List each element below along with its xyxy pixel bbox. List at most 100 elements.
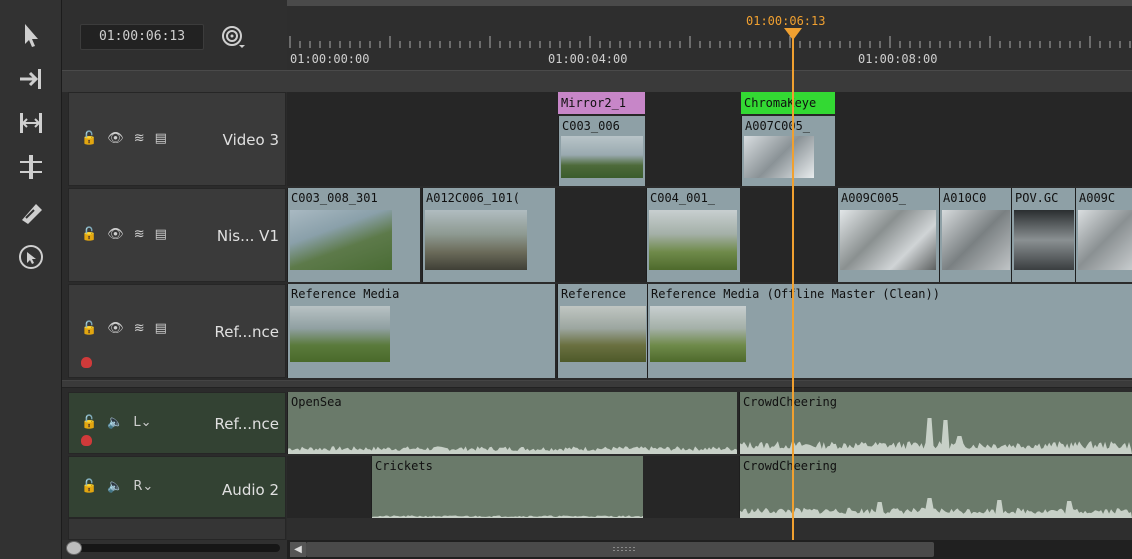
audio-clip[interactable]: CrowdCheering	[739, 456, 1132, 518]
track-name: Ref...nce	[214, 323, 279, 341]
clip-label: A007C005_	[745, 119, 811, 133]
track-name: Ref...nce	[214, 415, 279, 433]
track-header-v1[interactable]: 🔓 👁 ≋ ▤ Nis... V1	[68, 188, 286, 282]
layers-icon[interactable]: ≋	[134, 227, 145, 242]
video-clip[interactable]: C003_006	[558, 116, 645, 186]
clip-thumbnail	[290, 210, 392, 270]
snap-target-icon[interactable]	[220, 24, 246, 50]
lock-icon[interactable]: 🔓	[81, 227, 97, 242]
audio-clip[interactable]: OpenSea	[287, 392, 737, 454]
clip-thumbnail	[290, 306, 390, 362]
clip-thumbnail	[650, 306, 746, 362]
ruler-strip	[62, 70, 1132, 92]
speaker-icon[interactable]: 🔈	[107, 415, 123, 430]
ruler-label: 01:00:00:00	[290, 52, 370, 66]
database-icon[interactable]: ▤	[155, 131, 167, 146]
track-header-audio1[interactable]: 🔓 🔈 L⌄ Ref...nce	[68, 392, 286, 454]
video-clip[interactable]: A010C0	[939, 188, 1011, 282]
zoom-slider-knob[interactable]	[66, 541, 82, 555]
video-clip[interactable]: A007C005_	[741, 116, 835, 186]
playhead-line[interactable]	[792, 36, 794, 540]
clip-thumbnail	[840, 210, 936, 270]
clip-thumbnail	[561, 136, 643, 178]
clip-label: OpenSea	[291, 395, 342, 409]
lock-icon[interactable]: 🔓	[81, 321, 97, 336]
database-icon[interactable]: ▤	[155, 227, 167, 242]
ruler-label: 01:00:04:00	[548, 52, 628, 66]
effect-tag[interactable]: ChromaKeye	[741, 92, 835, 114]
audio-clip[interactable]: CrowdCheering	[739, 392, 1132, 454]
clip-thumbnail	[1014, 210, 1074, 270]
video-clip[interactable]: C003_008_301	[287, 188, 420, 282]
track-header-reference[interactable]: 🔓 👁 ≋ ▤ Ref...nce	[68, 284, 286, 378]
clip-thumbnail	[425, 210, 527, 270]
eye-icon[interactable]: 👁	[107, 321, 124, 336]
clip-label: C004_001_	[650, 191, 716, 205]
clip-label: A012C006_101(	[426, 191, 520, 205]
clip-thumbnail	[649, 210, 737, 270]
clip-thumbnail	[942, 210, 1010, 270]
layers-icon[interactable]: ≋	[134, 131, 145, 146]
clip-label: Reference Media	[291, 287, 400, 301]
audio-waveform	[372, 515, 643, 518]
lane-audio1[interactable]: OpenSea CrowdCheering	[287, 392, 1132, 454]
slip-trim-icon[interactable]	[14, 106, 48, 140]
clip-thumbnail	[744, 136, 814, 178]
video-audio-divider[interactable]	[62, 380, 1132, 388]
lane-audio2[interactable]: Crickets CrowdCheering	[287, 456, 1132, 518]
clip-label: C003_006	[562, 119, 620, 133]
clip-label: Reference	[561, 287, 627, 301]
video-clip[interactable]: Reference	[557, 284, 647, 378]
record-arm-icon[interactable]	[81, 435, 92, 446]
audio-clip[interactable]: Crickets	[371, 456, 643, 518]
timecode-display[interactable]: 01:00:06:13	[80, 24, 204, 50]
channel-select[interactable]: L⌄	[133, 415, 151, 430]
channel-select[interactable]: R⌄	[133, 479, 153, 494]
multi-tool-icon[interactable]	[14, 240, 48, 274]
lock-icon[interactable]: 🔓	[81, 131, 97, 146]
clip-label: A009C	[1079, 191, 1116, 205]
layers-icon[interactable]: ≋	[134, 321, 145, 336]
video-clip[interactable]: A012C006_101(	[422, 188, 555, 282]
video-clip[interactable]: Reference Media (Offline Master (Clean))	[647, 284, 1132, 378]
video-clip[interactable]: Reference Media	[287, 284, 555, 378]
zoom-slider[interactable]	[68, 544, 280, 552]
scroll-left-icon[interactable]: ◀	[290, 542, 306, 557]
lane-v1[interactable]: C003_008_301 A012C006_101( C004_001_ A00…	[287, 188, 1132, 282]
razor-icon[interactable]	[14, 196, 48, 230]
eye-icon[interactable]: 👁	[107, 227, 124, 242]
tool-strip	[0, 0, 62, 559]
video-clip[interactable]: A009C	[1075, 188, 1132, 282]
video-clip[interactable]: POV.GC	[1011, 188, 1075, 282]
track-header-empty	[68, 518, 286, 540]
track-name: Video 3	[222, 131, 279, 149]
record-arm-icon[interactable]	[81, 357, 92, 368]
ruler-top-bar	[287, 0, 1132, 6]
lane-reference[interactable]: Reference Media Reference Reference Medi…	[287, 284, 1132, 378]
speaker-icon[interactable]: 🔈	[107, 479, 123, 494]
time-ruler[interactable]	[287, 0, 1132, 70]
timeline-editor: 01:00:06:13 01:00:00:00 01:00:04:00 01:0…	[0, 0, 1132, 559]
track-header-audio2[interactable]: 🔓 🔈 R⌄ Audio 2	[68, 456, 286, 518]
eye-icon[interactable]: 👁	[107, 131, 124, 146]
lane-video3[interactable]: Mirror2_1 C003_006 ChromaKeye A007C005_	[287, 92, 1132, 186]
effect-tag[interactable]: Mirror2_1	[558, 92, 645, 114]
clip-thumbnail	[560, 306, 646, 362]
slide-icon[interactable]	[14, 150, 48, 184]
database-icon[interactable]: ▤	[155, 321, 167, 336]
audio-waveform	[288, 446, 737, 454]
clip-label: Crickets	[375, 459, 433, 473]
track-name: Audio 2	[222, 481, 279, 499]
video-clip[interactable]: C004_001_	[646, 188, 740, 282]
lock-icon[interactable]: 🔓	[81, 415, 97, 430]
track-header-video3[interactable]: 🔓 👁 ≋ ▤ Video 3	[68, 92, 286, 186]
lane-empty	[287, 518, 1132, 540]
clip-label: A010C0	[943, 191, 987, 205]
clip-label: CrowdCheering	[743, 395, 837, 409]
track-select-icon[interactable]	[14, 62, 48, 96]
clip-label: POV.GC	[1015, 191, 1059, 205]
video-clip[interactable]: A009C005_	[837, 188, 939, 282]
lock-icon[interactable]: 🔓	[81, 479, 97, 494]
clip-label: CrowdCheering	[743, 459, 837, 473]
pointer-arrow-icon[interactable]	[14, 18, 48, 52]
